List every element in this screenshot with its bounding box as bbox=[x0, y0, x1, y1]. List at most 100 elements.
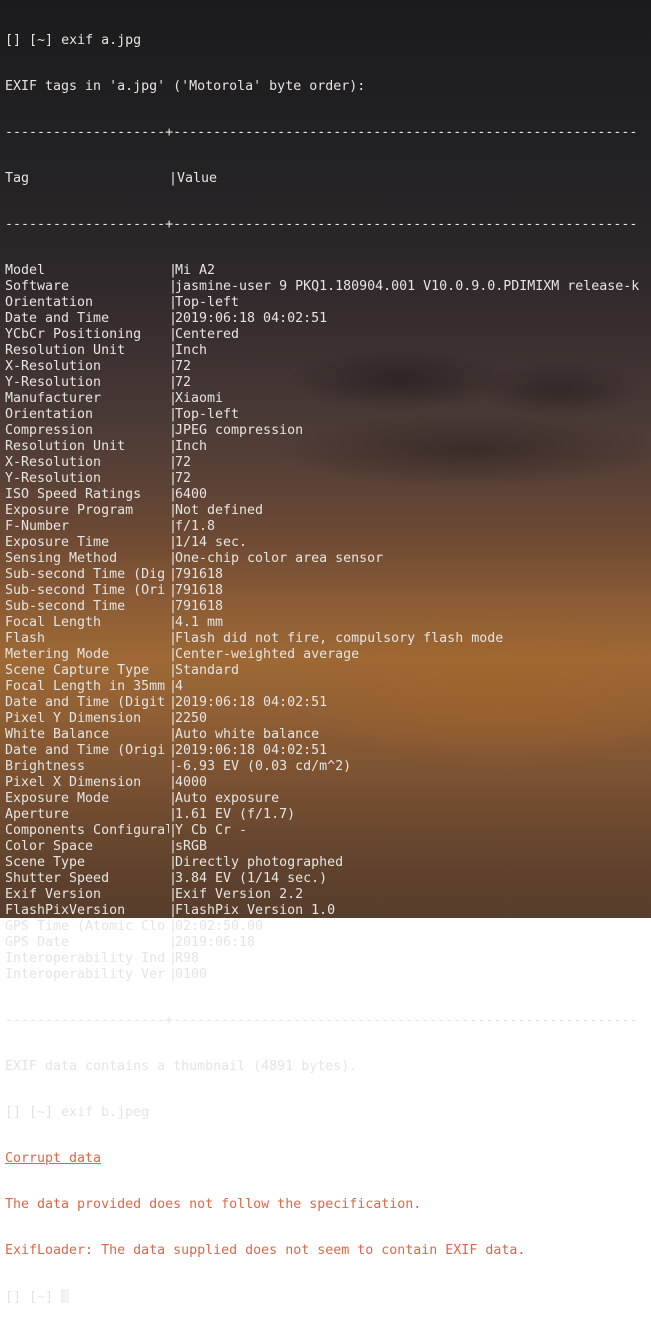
table-row: Y-Resolution |72 bbox=[5, 471, 651, 487]
row-tag: Exposure Mode bbox=[5, 791, 110, 806]
table-row: Components Configural|Y Cb Cr - bbox=[5, 823, 651, 839]
row-value: Exif Version 2.2 bbox=[175, 887, 304, 902]
row-tag: Exif Version bbox=[5, 887, 102, 902]
row-value: 4 bbox=[175, 679, 184, 694]
row-value: Not defined bbox=[175, 503, 264, 518]
table-row: Focal Length in 35mm |4 bbox=[5, 679, 651, 695]
table-row: Scene Capture Type |Standard bbox=[5, 663, 651, 679]
error-title: Corrupt data bbox=[5, 1151, 102, 1166]
row-tag: Sub-second Time (Dig bbox=[5, 567, 166, 582]
row-tag: Date and Time bbox=[5, 311, 110, 326]
table-row: YCbCr Positioning |Centered bbox=[5, 327, 651, 343]
table-row: Orientation |Top-left bbox=[5, 407, 651, 423]
row-value: Directly photographed bbox=[175, 855, 344, 870]
row-value: One-chip color area sensor bbox=[175, 551, 384, 566]
table-row: FlashPixVersion |FlashPix Version 1.0 bbox=[5, 903, 651, 919]
table-header-row: Tag |Value bbox=[5, 171, 651, 187]
row-tag: Scene Capture Type bbox=[5, 663, 150, 678]
table-row: Model |Mi A2 bbox=[5, 263, 651, 279]
row-tag: Compression bbox=[5, 423, 94, 438]
row-tag: White Balance bbox=[5, 727, 110, 742]
command-text: exif b.jpeg bbox=[61, 1105, 150, 1120]
table-row: Aperture |1.61 EV (f/1.7) bbox=[5, 807, 651, 823]
row-tag: Resolution Unit bbox=[5, 343, 126, 358]
row-tag: Interoperability Ind bbox=[5, 951, 166, 966]
table-row: Sub-second Time (Dig |791618 bbox=[5, 567, 651, 583]
row-value: 02:02:50.00 bbox=[175, 919, 264, 934]
prompt-line-1: [] [~] exif a.jpg bbox=[5, 33, 651, 49]
table-row: Y-Resolution |72 bbox=[5, 375, 651, 391]
row-value: 72 bbox=[175, 359, 192, 374]
table-row: Manufacturer |Xiaomi bbox=[5, 391, 651, 407]
command-text: exif a.jpg bbox=[61, 33, 142, 48]
row-value: Flash did not fire, compulsory flash mod… bbox=[175, 631, 504, 646]
row-value: 3.84 EV (1/14 sec.) bbox=[175, 871, 328, 886]
row-value: 1.61 EV (f/1.7) bbox=[175, 807, 296, 822]
row-value: 2019:06:18 04:02:51 bbox=[175, 695, 328, 710]
row-tag: Software bbox=[5, 279, 70, 294]
row-tag: Pixel Y Dimension bbox=[5, 711, 142, 726]
row-tag: F-Number bbox=[5, 519, 70, 534]
table-row: Scene Type |Directly photographed bbox=[5, 855, 651, 871]
table-row: F-Number |f/1.8 bbox=[5, 519, 651, 535]
exif-header: EXIF tags in 'a.jpg' ('Motorola' byte or… bbox=[5, 79, 366, 94]
terminal-output[interactable]: [] [~] exif a.jpg EXIF tags in 'a.jpg' (… bbox=[5, 3, 651, 1320]
row-value: 2019:06:18 04:02:51 bbox=[175, 743, 328, 758]
row-tag: Sub-second Time (Ori bbox=[5, 583, 166, 598]
row-tag: X-Resolution bbox=[5, 455, 102, 470]
row-tag: Resolution Unit bbox=[5, 439, 126, 454]
row-tag: Orientation bbox=[5, 295, 94, 310]
prompt: [] [~] bbox=[5, 33, 54, 48]
row-value: 791618 bbox=[175, 583, 224, 598]
row-tag: Y-Resolution bbox=[5, 471, 102, 486]
row-tag: Manufacturer bbox=[5, 391, 102, 406]
table-row: Interoperability Ind |R98 bbox=[5, 951, 651, 967]
row-tag: Pixel X Dimension bbox=[5, 775, 142, 790]
table-row: Focal Length |4.1 mm bbox=[5, 615, 651, 631]
table-row: ISO Speed Ratings |6400 bbox=[5, 487, 651, 503]
table-row: Orientation |Top-left bbox=[5, 295, 651, 311]
row-value: 2250 bbox=[175, 711, 208, 726]
row-value: Y Cb Cr - bbox=[175, 823, 248, 838]
row-value: R98 bbox=[175, 951, 200, 966]
row-value: Top-left bbox=[175, 295, 240, 310]
table-row: Sub-second Time (Ori |791618 bbox=[5, 583, 651, 599]
row-value: FlashPix Version 1.0 bbox=[175, 903, 336, 918]
row-tag: X-Resolution bbox=[5, 359, 102, 374]
row-tag: Model bbox=[5, 263, 46, 278]
table-row: Exposure Time |1/14 sec. bbox=[5, 535, 651, 551]
row-value: 72 bbox=[175, 375, 192, 390]
row-tag: Exposure Time bbox=[5, 535, 110, 550]
table-row: Exposure Mode |Auto exposure bbox=[5, 791, 651, 807]
row-tag: Sensing Method bbox=[5, 551, 118, 566]
row-tag: Flash bbox=[5, 631, 46, 646]
row-value: 4000 bbox=[175, 775, 208, 790]
row-tag: Focal Length bbox=[5, 615, 102, 630]
table-row: Exposure Program |Not defined bbox=[5, 503, 651, 519]
table-rule: --------------------+-------------------… bbox=[5, 1013, 638, 1028]
table-row: Resolution Unit |Inch bbox=[5, 439, 651, 455]
row-tag: Components Configural bbox=[5, 823, 169, 838]
table-row: Pixel X Dimension |4000 bbox=[5, 775, 651, 791]
row-tag: FlashPixVersion bbox=[5, 903, 126, 918]
error-message-loader: ExifLoader: The data supplied does not s… bbox=[5, 1243, 526, 1258]
row-value: sRGB bbox=[175, 839, 208, 854]
row-tag: Scene Type bbox=[5, 855, 86, 870]
row-value: Top-left bbox=[175, 407, 240, 422]
row-tag: Y-Resolution bbox=[5, 375, 102, 390]
row-value: Auto white balance bbox=[175, 727, 320, 742]
row-tag: YCbCr Positioning bbox=[5, 327, 142, 342]
row-value: -6.93 EV (0.03 cd/m^2) bbox=[175, 759, 352, 774]
row-tag: Date and Time (Digit bbox=[5, 695, 166, 710]
table-row: Compression |JPEG compression bbox=[5, 423, 651, 439]
table-row: Exif Version |Exif Version 2.2 bbox=[5, 887, 651, 903]
row-value: 791618 bbox=[175, 567, 224, 582]
column-header-value: |Value bbox=[169, 171, 218, 186]
row-tag: Sub-second Time bbox=[5, 599, 126, 614]
prompt: [] [~] bbox=[5, 1290, 54, 1305]
row-tag: GPS Date bbox=[5, 935, 70, 950]
row-value: Standard bbox=[175, 663, 240, 678]
table-row: X-Resolution |72 bbox=[5, 455, 651, 471]
table-rule: --------------------+-------------------… bbox=[5, 125, 638, 140]
prompt-line-3[interactable]: [] [~] bbox=[5, 1289, 651, 1305]
